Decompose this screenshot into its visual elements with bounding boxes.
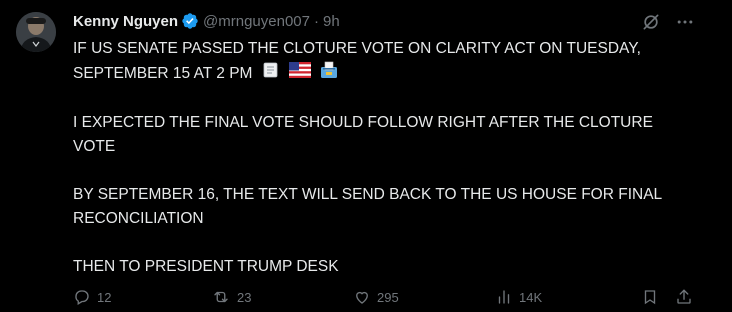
- tweet-paragraph-4: THEN TO PRESIDENT TRUMP DESK: [73, 258, 339, 275]
- share-button[interactable]: [675, 288, 699, 306]
- tweet-paragraph-2: I EXPECTED THE FINAL VOTE SHOULD FOLLOW …: [73, 114, 653, 155]
- verified-badge-icon[interactable]: [181, 12, 199, 30]
- views-count: 14K: [519, 289, 543, 305]
- bookmark-button[interactable]: [641, 288, 665, 306]
- reply-icon: [75, 290, 89, 305]
- views-button[interactable]: 14K: [495, 288, 542, 306]
- bookmark-icon: [644, 290, 656, 305]
- like-button[interactable]: 295: [353, 288, 399, 306]
- tweet[interactable]: Kenny Nguyen @mrnguyen007 · 9h IF US SEN…: [0, 0, 732, 305]
- ballot-box-emoji: [319, 61, 339, 87]
- us-flag-emoji: [289, 62, 312, 86]
- repost-count: 23: [237, 289, 252, 305]
- repost-icon: [214, 291, 228, 303]
- avatar-image: [16, 12, 56, 52]
- scroll-emoji: [261, 61, 281, 87]
- like-count: 295: [377, 289, 399, 305]
- display-name[interactable]: Kenny Nguyen: [73, 13, 178, 30]
- tweet-text: IF US SENATE PASSED THE CLOTURE VOTE ON …: [73, 37, 693, 279]
- reply-button[interactable]: 12: [73, 288, 111, 306]
- tweet-paragraph-3: BY SEPTEMBER 16, THE TEXT WILL SEND BACK…: [73, 186, 662, 227]
- tweet-top-actions: [628, 11, 696, 33]
- avatar[interactable]: [16, 12, 56, 52]
- separator-dot: ·: [313, 12, 319, 30]
- repost-button[interactable]: 23: [211, 288, 251, 306]
- grok-slash-icon[interactable]: [640, 11, 662, 33]
- handle[interactable]: @mrnguyen007: [203, 13, 310, 30]
- tweet-header: Kenny Nguyen @mrnguyen007 · 9h: [73, 10, 340, 32]
- timestamp[interactable]: 9h: [323, 13, 340, 30]
- more-horizontal-icon[interactable]: [674, 11, 696, 33]
- heart-icon: [356, 291, 368, 304]
- tweet-paragraph-1-text: IF US SENATE PASSED THE CLOTURE VOTE ON …: [73, 40, 641, 83]
- reply-count: 12: [97, 289, 112, 305]
- tweet-paragraph-1: IF US SENATE PASSED THE CLOTURE VOTE ON …: [73, 37, 693, 87]
- tweet-action-bar: 12 23 295 14K: [73, 288, 713, 312]
- share-icon: [677, 289, 691, 304]
- views-icon: [498, 290, 510, 304]
